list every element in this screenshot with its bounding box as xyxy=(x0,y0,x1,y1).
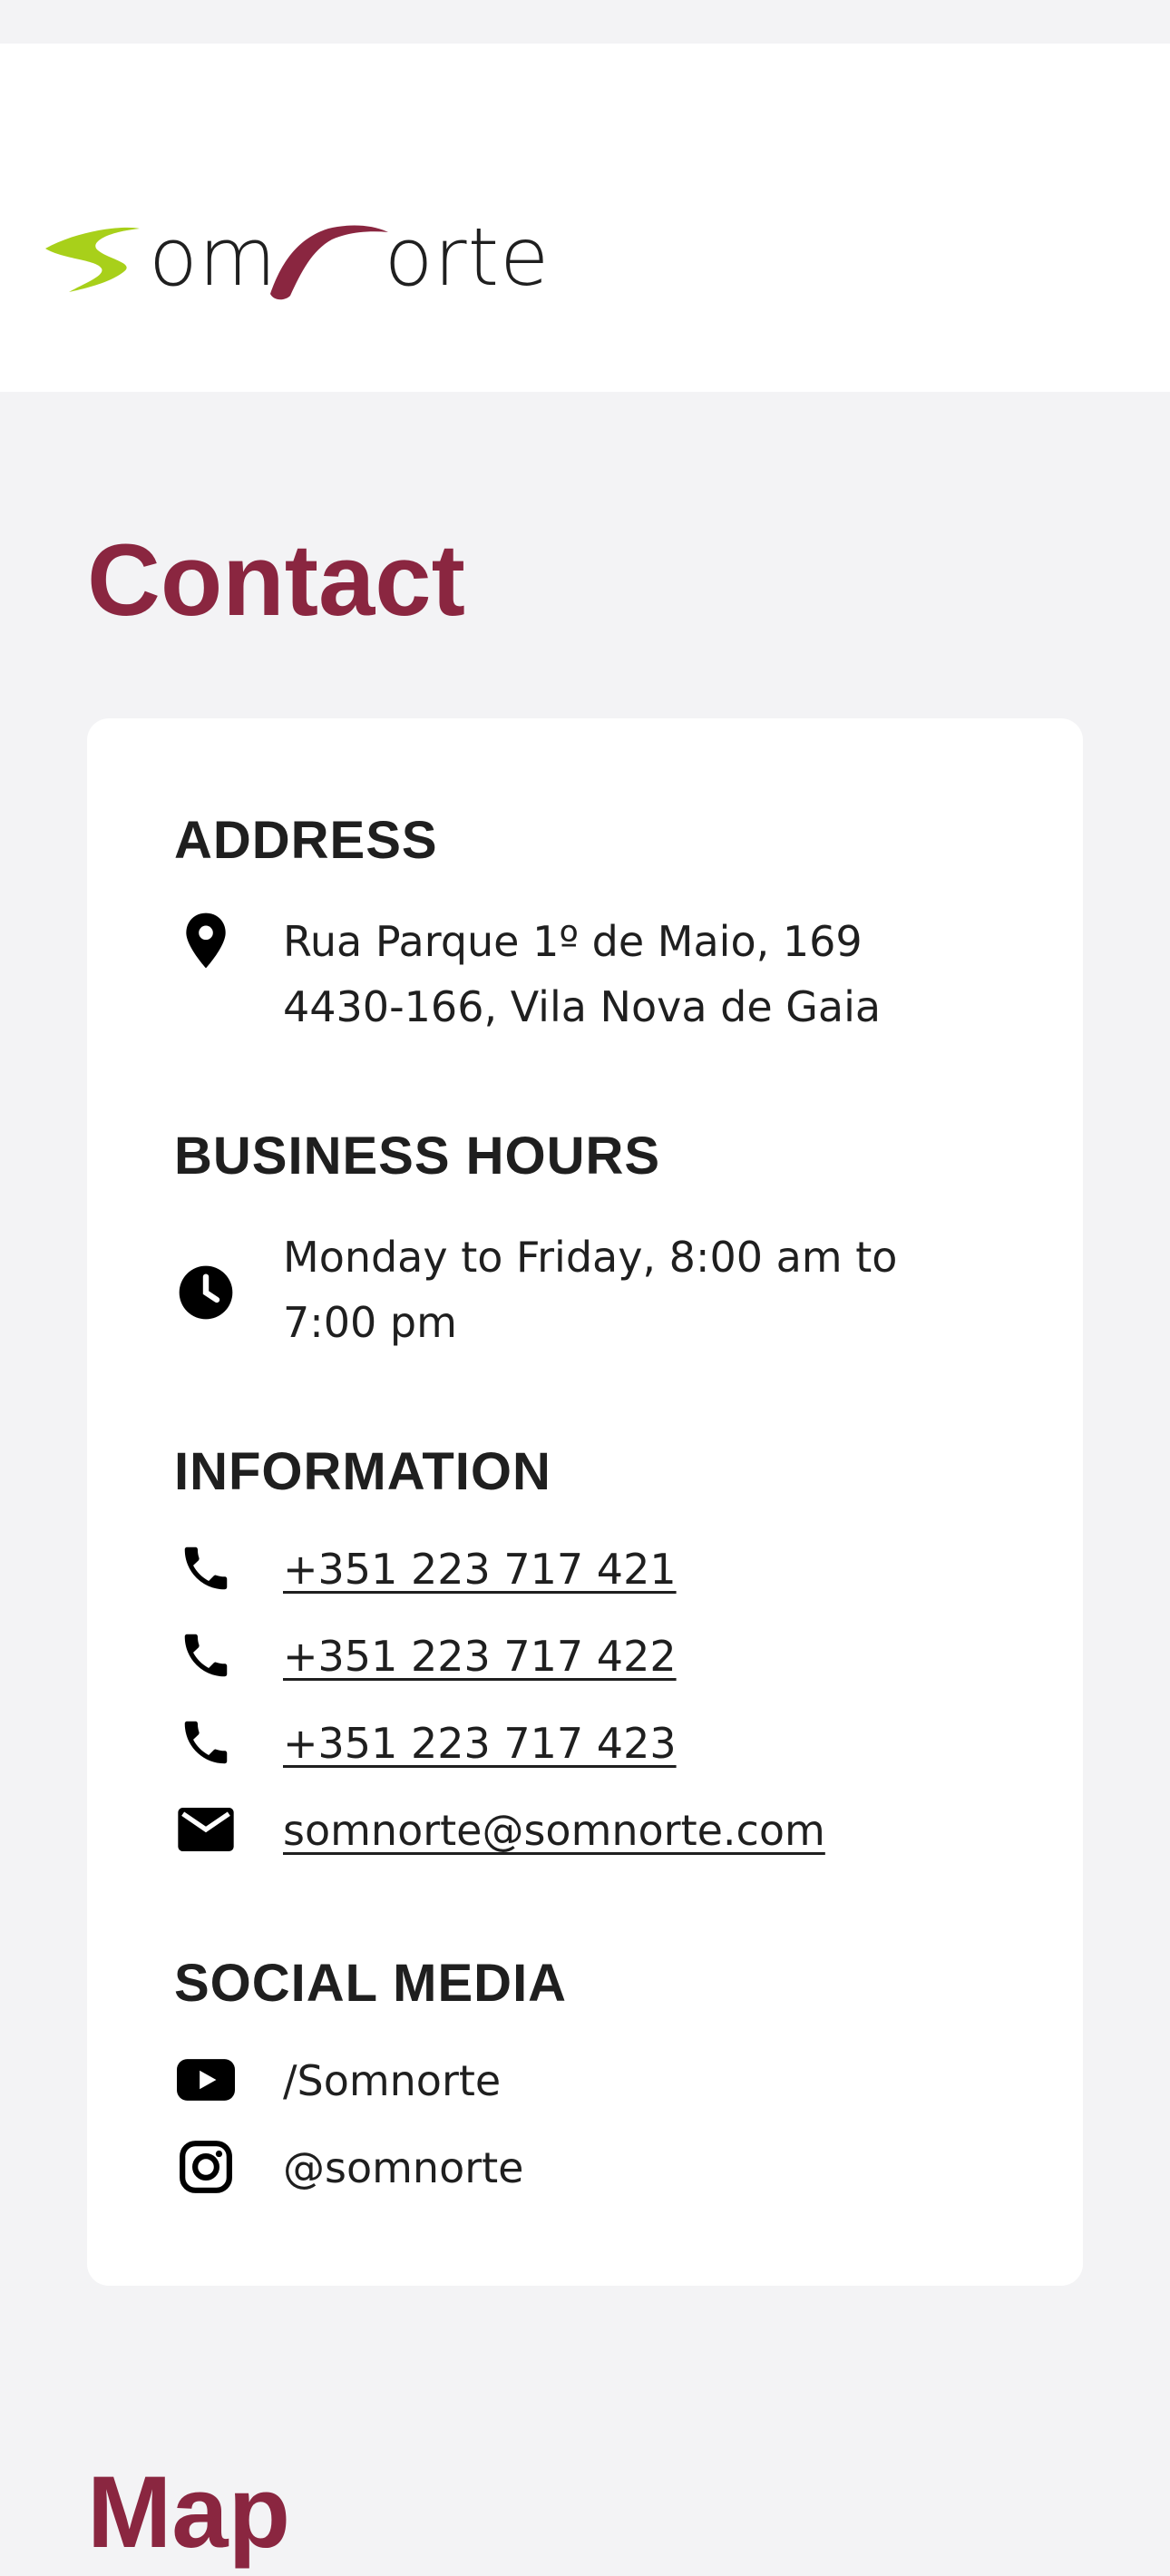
site-header: om orte xyxy=(0,44,1170,392)
phone-link-2[interactable]: +351 223 717 422 xyxy=(283,1624,936,1689)
email-row[interactable]: somnorte@somnorte.com xyxy=(174,1798,1009,1870)
instagram-link[interactable]: @somnorte xyxy=(283,2135,936,2200)
phone-icon xyxy=(174,1624,238,1687)
phone-icon xyxy=(174,1711,238,1774)
page-title: Contact xyxy=(87,523,465,637)
location-pin-icon xyxy=(174,909,238,972)
mail-icon xyxy=(174,1798,238,1861)
email-link[interactable]: somnorte@somnorte.com xyxy=(283,1798,936,1863)
top-strip xyxy=(0,0,1170,44)
map-title: Map xyxy=(87,2455,290,2569)
instagram-icon xyxy=(174,2135,238,2199)
phone-link-1[interactable]: +351 223 717 421 xyxy=(283,1537,936,1602)
phone-row-1[interactable]: +351 223 717 421 xyxy=(174,1537,1009,1609)
youtube-row[interactable]: /Somnorte xyxy=(174,2048,1009,2121)
address-text: Rua Parque 1º de Maio, 169 4430-166, Vil… xyxy=(283,917,882,1031)
phone-link-3[interactable]: +351 223 717 423 xyxy=(283,1711,936,1776)
business-hours-text: Monday to Friday, 8:00 am to 7:00 pm xyxy=(283,1233,898,1347)
instagram-row[interactable]: @somnorte xyxy=(174,2135,1009,2208)
youtube-icon xyxy=(174,2048,238,2112)
phone-icon xyxy=(174,1537,238,1600)
clock-icon xyxy=(174,1261,238,1324)
address-heading: ADDRESS xyxy=(174,811,438,870)
somnorte-logo[interactable]: om orte xyxy=(42,212,586,303)
social-media-heading: SOCIAL MEDIA xyxy=(174,1954,568,2013)
phone-row-3[interactable]: +351 223 717 423 xyxy=(174,1711,1009,1783)
address-row: Rua Parque 1º de Maio, 169 4430-166, Vil… xyxy=(174,909,1009,1045)
business-hours-heading: BUSINESS HOURS xyxy=(174,1127,661,1186)
business-hours-row: Monday to Friday, 8:00 am to 7:00 pm xyxy=(174,1225,1009,1361)
phone-row-2[interactable]: +351 223 717 422 xyxy=(174,1624,1009,1696)
logo-wordmark: om orte xyxy=(149,210,551,304)
contact-card: ADDRESS Rua Parque 1º de Maio, 169 4430-… xyxy=(87,718,1083,2286)
youtube-link[interactable]: /Somnorte xyxy=(283,2048,936,2113)
information-heading: INFORMATION xyxy=(174,1442,551,1501)
